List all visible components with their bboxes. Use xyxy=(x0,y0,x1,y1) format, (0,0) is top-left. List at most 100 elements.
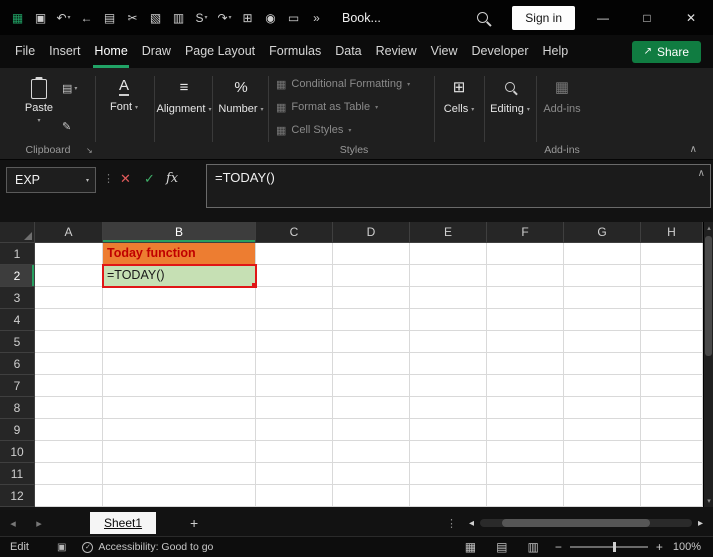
cell-F7[interactable] xyxy=(487,375,564,397)
column-header-F[interactable]: F xyxy=(487,222,564,243)
cell-B4[interactable] xyxy=(103,309,256,331)
menu-item-formulas[interactable]: Formulas xyxy=(262,35,328,68)
page-break-view-icon[interactable]: ▥ xyxy=(527,540,538,554)
menu-item-view[interactable]: View xyxy=(424,35,465,68)
zoom-percentage[interactable]: 100% xyxy=(673,541,701,553)
cell-A2[interactable] xyxy=(35,265,103,287)
row-header-8[interactable]: 8 xyxy=(0,397,35,419)
undo-icon[interactable]: ↶ ▾ xyxy=(52,6,75,30)
cell-B8[interactable] xyxy=(103,397,256,419)
column-header-A[interactable]: A xyxy=(35,222,103,243)
cell-B6[interactable] xyxy=(103,353,256,375)
cell-A3[interactable] xyxy=(35,287,103,309)
cell-E12[interactable] xyxy=(410,485,487,507)
normal-view-icon[interactable]: ▦ xyxy=(465,540,476,554)
cell-G2[interactable] xyxy=(564,265,641,287)
formula-input[interactable]: =TODAY() xyxy=(206,164,711,208)
cell-A4[interactable] xyxy=(35,309,103,331)
conditional-formatting-button[interactable]: ▦ Conditional Formatting ▾ xyxy=(276,74,432,94)
zoom-in-button[interactable]: + xyxy=(656,540,663,554)
collapse-ribbon-icon[interactable]: ∧ xyxy=(690,144,697,155)
copy-icon[interactable]: ▤ xyxy=(98,6,121,30)
cell-F10[interactable] xyxy=(487,441,564,463)
cell-H5[interactable] xyxy=(641,331,703,353)
alignment-button[interactable]: ≡ Alignment ▾ xyxy=(157,76,212,116)
cell-D11[interactable] xyxy=(333,463,410,485)
cell-E10[interactable] xyxy=(410,441,487,463)
cell-G3[interactable] xyxy=(564,287,641,309)
maximize-button[interactable]: □ xyxy=(625,0,669,35)
horizontal-scrollbar-track[interactable] xyxy=(479,519,692,527)
vertical-scrollbar-thumb[interactable] xyxy=(705,236,712,356)
cell-H4[interactable] xyxy=(641,309,703,331)
next-sheet-icon[interactable]: ▸ xyxy=(26,517,52,530)
cell-H3[interactable] xyxy=(641,287,703,309)
cell-C4[interactable] xyxy=(256,309,333,331)
cell-D7[interactable] xyxy=(333,375,410,397)
cell-G9[interactable] xyxy=(564,419,641,441)
cell-H2[interactable] xyxy=(641,265,703,287)
cell-E3[interactable] xyxy=(410,287,487,309)
cell-C9[interactable] xyxy=(256,419,333,441)
row-header-1[interactable]: 1 xyxy=(0,243,35,265)
format-as-table-button[interactable]: ▦ Format as Table ▾ xyxy=(276,97,432,117)
row-header-9[interactable]: 9 xyxy=(0,419,35,441)
cell-F8[interactable] xyxy=(487,397,564,419)
sheetbar-divider-handle[interactable]: ⋮ xyxy=(446,517,457,530)
cell-G10[interactable] xyxy=(564,441,641,463)
cell-B10[interactable] xyxy=(103,441,256,463)
cell-D6[interactable] xyxy=(333,353,410,375)
row-header-10[interactable]: 10 xyxy=(0,441,35,463)
cell-A10[interactable] xyxy=(35,441,103,463)
cell-H10[interactable] xyxy=(641,441,703,463)
cell-B12[interactable] xyxy=(103,485,256,507)
cut-icon[interactable]: ✂ xyxy=(121,6,144,30)
cell-A6[interactable] xyxy=(35,353,103,375)
cell-G12[interactable] xyxy=(564,485,641,507)
cell-E1[interactable] xyxy=(410,243,487,265)
editing-button[interactable]: Editing ▾ xyxy=(487,76,533,115)
back-icon[interactable]: ← xyxy=(75,6,98,30)
cell-A7[interactable] xyxy=(35,375,103,397)
cell-H1[interactable] xyxy=(641,243,703,265)
row-header-4[interactable]: 4 xyxy=(0,309,35,331)
cell-E4[interactable] xyxy=(410,309,487,331)
column-header-E[interactable]: E xyxy=(410,222,487,243)
cell-B1[interactable]: Today function xyxy=(103,243,256,265)
sign-in-button[interactable]: Sign in xyxy=(512,5,575,30)
row-header-2[interactable]: 2 xyxy=(0,265,35,287)
camera-icon[interactable]: ◉ xyxy=(259,6,282,30)
add-sheet-button[interactable]: + xyxy=(190,515,198,531)
scroll-down-icon[interactable]: ▾ xyxy=(704,497,713,505)
cell-C8[interactable] xyxy=(256,397,333,419)
row-header-3[interactable]: 3 xyxy=(0,287,35,309)
select-all-button[interactable] xyxy=(0,222,35,243)
format-painter-button[interactable]: ✎ xyxy=(62,120,71,133)
table-icon[interactable]: ⊞ xyxy=(236,6,259,30)
column-header-B[interactable]: B xyxy=(103,222,256,243)
clipboard-dialog-launcher-icon[interactable]: ↘ xyxy=(86,146,93,155)
share-button[interactable]: ↗ Share xyxy=(631,40,701,63)
copy-button[interactable]: ▤ ▾ xyxy=(62,82,77,95)
cells-button[interactable]: ⊞ Cells ▾ xyxy=(438,76,480,115)
row-header-5[interactable]: 5 xyxy=(0,331,35,353)
menu-item-insert[interactable]: Insert xyxy=(42,35,87,68)
search-icon[interactable] xyxy=(477,12,489,23)
picture-icon[interactable]: ▧ xyxy=(144,6,167,30)
cell-H8[interactable] xyxy=(641,397,703,419)
cell-D2[interactable] xyxy=(333,265,410,287)
cell-E5[interactable] xyxy=(410,331,487,353)
cell-B7[interactable] xyxy=(103,375,256,397)
cell-G11[interactable] xyxy=(564,463,641,485)
page-layout-view-icon[interactable]: ▤ xyxy=(496,540,507,554)
menu-item-file[interactable]: File xyxy=(8,35,42,68)
menu-item-draw[interactable]: Draw xyxy=(135,35,178,68)
macro-record-icon[interactable]: ▣ xyxy=(57,542,66,553)
cancel-icon[interactable]: ✕ xyxy=(120,171,131,187)
cell-D8[interactable] xyxy=(333,397,410,419)
cell-C12[interactable] xyxy=(256,485,333,507)
insert-function-icon[interactable]: fx xyxy=(166,171,178,186)
row-header-12[interactable]: 12 xyxy=(0,485,35,507)
cell-B3[interactable] xyxy=(103,287,256,309)
cell-E2[interactable] xyxy=(410,265,487,287)
